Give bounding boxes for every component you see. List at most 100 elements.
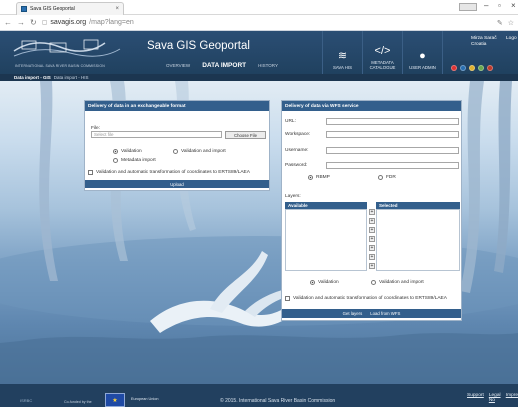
window-close-icon[interactable]: × bbox=[511, 1, 516, 10]
wfs-panel: Delivery of data via WFS service URL: Wo… bbox=[281, 100, 462, 321]
load-from-wfs-button[interactable]: Load from WFS bbox=[370, 311, 400, 316]
workspace-input[interactable] bbox=[326, 131, 459, 138]
extension-icon[interactable]: ✎ bbox=[497, 19, 503, 27]
radio-icon bbox=[113, 158, 118, 163]
upload-button[interactable]: Upload bbox=[85, 180, 269, 188]
flag-icon[interactable] bbox=[460, 65, 466, 71]
site-header: INTERNATIONAL SAVA RIVER BASIN COMMISSIO… bbox=[0, 31, 518, 74]
bookmark-star-icon[interactable]: ☆ bbox=[508, 19, 514, 27]
favicon-icon bbox=[21, 6, 27, 12]
nav-data-import[interactable]: DATA IMPORT bbox=[202, 62, 246, 69]
radio-validation[interactable]: Validation bbox=[113, 149, 142, 154]
forward-icon[interactable]: → bbox=[17, 18, 25, 27]
workspace-label: Workspace: bbox=[285, 132, 311, 137]
funded-text: Co-funded by the bbox=[64, 400, 92, 404]
password-input[interactable] bbox=[326, 162, 459, 169]
page-icon: ▢ bbox=[41, 20, 48, 26]
user-country: Croatia bbox=[471, 42, 487, 47]
flag-icon[interactable] bbox=[451, 65, 457, 71]
isrbc-logo[interactable]: INTERNATIONAL SAVA RIVER BASIN COMMISSIO… bbox=[0, 31, 140, 74]
get-layers-button[interactable]: Get layers bbox=[343, 311, 363, 316]
username-input[interactable] bbox=[326, 147, 459, 154]
main-nav: OVERVIEW DATA IMPORT HISTORY bbox=[166, 62, 278, 69]
tool-label: SAVA HIS bbox=[333, 65, 352, 70]
radio-validation-import[interactable]: Validation and import bbox=[173, 149, 226, 154]
address-bar: ← → ↻ ▢ savagis.org/map?lang=en ✎ ☆ bbox=[0, 15, 518, 31]
flag-icon[interactable] bbox=[469, 65, 475, 71]
tool-label: USER ADMIN bbox=[409, 65, 436, 70]
add-layer-button[interactable]: + bbox=[369, 227, 375, 233]
radio-label: Validation and import bbox=[379, 280, 424, 285]
radio-label: RBMP bbox=[316, 175, 330, 180]
minimize-icon[interactable]: – bbox=[484, 1, 488, 10]
footer-logo: ISRBC bbox=[20, 398, 33, 403]
profile-button[interactable] bbox=[459, 3, 477, 11]
transform-checkbox[interactable]: Validation and automatic transformation … bbox=[88, 170, 250, 175]
tool-label: METADATA CATALOGUE bbox=[369, 60, 396, 70]
logout-link[interactable]: Logo bbox=[506, 36, 517, 41]
flag-icon[interactable] bbox=[478, 65, 484, 71]
radio-selected-icon bbox=[113, 149, 118, 154]
file-input[interactable]: Select file bbox=[91, 131, 222, 138]
add-layer-button[interactable]: + bbox=[369, 236, 375, 242]
browser-tab[interactable]: Sava GIS Geoportal × bbox=[16, 2, 124, 15]
radio-metadata-import[interactable]: Metadata import bbox=[113, 158, 156, 163]
checkbox-icon bbox=[285, 296, 290, 301]
layers-label: Layers: bbox=[285, 194, 301, 199]
radio-icon bbox=[371, 280, 376, 285]
radio-label: Validation and import bbox=[181, 149, 226, 154]
river-icon: ≋ bbox=[337, 50, 348, 62]
user-info: Mirza Sarač Croatia bbox=[471, 36, 497, 48]
upload-label: Upload bbox=[170, 181, 184, 187]
reload-icon[interactable]: ↻ bbox=[30, 18, 37, 27]
password-label: Password: bbox=[285, 163, 308, 168]
breadcrumb: Data import - GIS Data import - HIS bbox=[0, 74, 518, 81]
code-icon: </> bbox=[374, 45, 391, 57]
breadcrumb-his[interactable]: Data import - HIS bbox=[54, 75, 89, 80]
wfs-radio-validation-import[interactable]: Validation and import bbox=[371, 280, 424, 285]
tab-title: Sava GIS Geoportal bbox=[30, 6, 75, 12]
browser-tabstrip: Sava GIS Geoportal × – ▫ × bbox=[0, 0, 518, 15]
selected-layers-list[interactable] bbox=[376, 209, 460, 271]
nav-overview[interactable]: OVERVIEW bbox=[166, 63, 190, 69]
close-icon[interactable]: × bbox=[115, 6, 119, 12]
footer-links: Support Legal No Impre bbox=[467, 393, 518, 403]
site-title: Sava GIS Geoportal bbox=[147, 40, 250, 52]
wfs-action-bar: Get layers Load from WFS bbox=[282, 309, 461, 318]
radio-label: Validation bbox=[121, 149, 142, 154]
radio-icon bbox=[173, 149, 178, 154]
available-header: Available bbox=[285, 202, 367, 209]
imprint-link[interactable]: Impre bbox=[506, 393, 518, 403]
add-layer-button[interactable]: + bbox=[369, 218, 375, 224]
panel-title: Delivery of data via WFS service bbox=[282, 101, 461, 111]
wfs-url-input[interactable] bbox=[326, 118, 459, 125]
eu-text: European Union bbox=[131, 397, 159, 401]
maximize-icon[interactable]: ▫ bbox=[498, 1, 501, 10]
tool-sava-his[interactable]: ≋ SAVA HIS bbox=[322, 31, 362, 74]
flag-icon[interactable] bbox=[487, 65, 493, 71]
radio-fdr[interactable]: FDR bbox=[378, 175, 396, 180]
url-field[interactable]: ▢ savagis.org/map?lang=en bbox=[42, 19, 134, 26]
available-layers-list[interactable] bbox=[285, 209, 367, 271]
url-label: URL: bbox=[285, 119, 296, 124]
radio-rbmp[interactable]: RBMP bbox=[308, 175, 330, 180]
back-icon[interactable]: ← bbox=[4, 18, 12, 27]
add-layer-button[interactable]: + bbox=[369, 254, 375, 260]
checkbox-label: Validation and automatic transformation … bbox=[96, 170, 250, 175]
support-link[interactable]: Support bbox=[467, 393, 484, 403]
tool-metadata-catalogue[interactable]: </> METADATA CATALOGUE bbox=[362, 31, 402, 74]
tool-user-admin[interactable]: ● USER ADMIN bbox=[402, 31, 442, 74]
exchangeable-format-panel: Delivery of data in an exchangeable form… bbox=[84, 100, 270, 191]
nav-history[interactable]: HISTORY bbox=[258, 63, 278, 69]
choose-file-button[interactable]: Choose File bbox=[225, 131, 266, 139]
radio-label: FDR bbox=[386, 175, 396, 180]
radio-label: Validation bbox=[318, 280, 339, 285]
user-icon: ● bbox=[419, 50, 426, 62]
legal-notice-link[interactable]: Legal No bbox=[489, 393, 501, 403]
add-layer-button[interactable]: + bbox=[369, 245, 375, 251]
url-path: /map?lang=en bbox=[89, 19, 134, 26]
wfs-radio-validation[interactable]: Validation bbox=[310, 280, 339, 285]
wfs-transform-checkbox[interactable]: Validation and automatic transformation … bbox=[285, 296, 447, 301]
add-layer-button[interactable]: + bbox=[369, 209, 375, 215]
add-layer-button[interactable]: + bbox=[369, 263, 375, 269]
